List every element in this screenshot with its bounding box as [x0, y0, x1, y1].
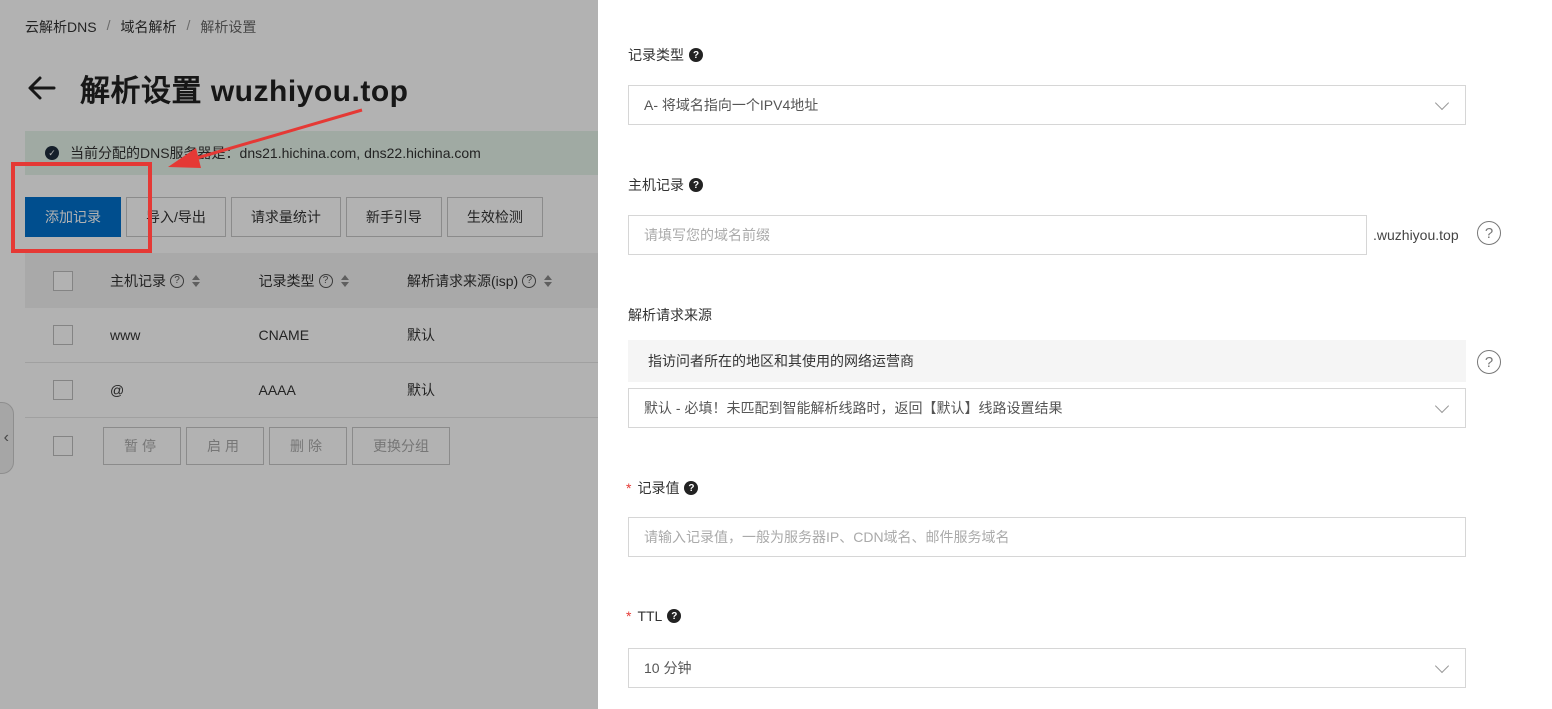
record-type-select[interactable]: A- 将域名指向一个IPV4地址 [628, 85, 1466, 125]
chevron-down-icon [1434, 398, 1450, 413]
modal-overlay[interactable] [0, 0, 598, 709]
label-text: 记录类型 [628, 47, 684, 63]
dns-records-page: 云解析DNS / 域名解析 / 解析设置 解析设置 wuzhiyou.top ✓… [0, 0, 598, 709]
request-source-label: 解析请求来源 [628, 305, 712, 325]
domain-suffix: .wuzhiyou.top [1373, 227, 1459, 243]
record-value-label: * 记录值 ? [626, 478, 699, 498]
label-text: 解析请求来源 [628, 307, 712, 323]
request-source-hint: 指访问者所在的地区和其使用的网络运营商 [628, 340, 1466, 382]
hint-text: 指访问者所在的地区和其使用的网络运营商 [648, 353, 914, 369]
question-circle-icon[interactable]: ? [1477, 350, 1501, 374]
record-type-label: 记录类型 ? [628, 45, 703, 65]
host-record-label: 主机记录 ? [628, 175, 703, 195]
request-source-select[interactable]: 默认 - 必填！未匹配到智能解析线路时，返回【默认】线路设置结果 [628, 388, 1466, 428]
ttl-value: 10 分钟 [644, 660, 692, 676]
host-record-input[interactable]: 请填写您的域名前缀 [628, 215, 1367, 255]
question-circle-icon[interactable]: ? [1477, 221, 1501, 245]
record-type-value: A- 将域名指向一个IPV4地址 [644, 97, 819, 113]
question-circle-icon[interactable]: ? [684, 481, 699, 495]
add-record-drawer: 记录类型 ? A- 将域名指向一个IPV4地址 主机记录 ? 请填写您的域名前缀… [598, 0, 1552, 709]
label-text: 主机记录 [628, 177, 684, 193]
question-circle-icon[interactable]: ? [689, 178, 703, 192]
host-record-placeholder: 请填写您的域名前缀 [644, 227, 770, 243]
ttl-select[interactable]: 10 分钟 [628, 648, 1466, 688]
request-source-value: 默认 - 必填！未匹配到智能解析线路时，返回【默认】线路设置结果 [644, 400, 1063, 416]
annotation-highlight-box [11, 162, 152, 253]
required-mark: * [626, 480, 632, 496]
record-value-input[interactable]: 请输入记录值，一般为服务器IP、CDN域名、邮件服务域名 [628, 517, 1466, 557]
chevron-down-icon [1434, 95, 1450, 110]
label-text: TTL [637, 608, 663, 624]
label-text: 记录值 [637, 480, 680, 496]
required-mark: * [626, 608, 632, 624]
record-value-placeholder: 请输入记录值，一般为服务器IP、CDN域名、邮件服务域名 [644, 529, 1010, 545]
question-circle-icon[interactable]: ? [689, 48, 703, 62]
question-circle-icon[interactable]: ? [667, 609, 682, 623]
chevron-down-icon [1434, 658, 1450, 673]
ttl-label: * TTL ? [626, 608, 682, 624]
